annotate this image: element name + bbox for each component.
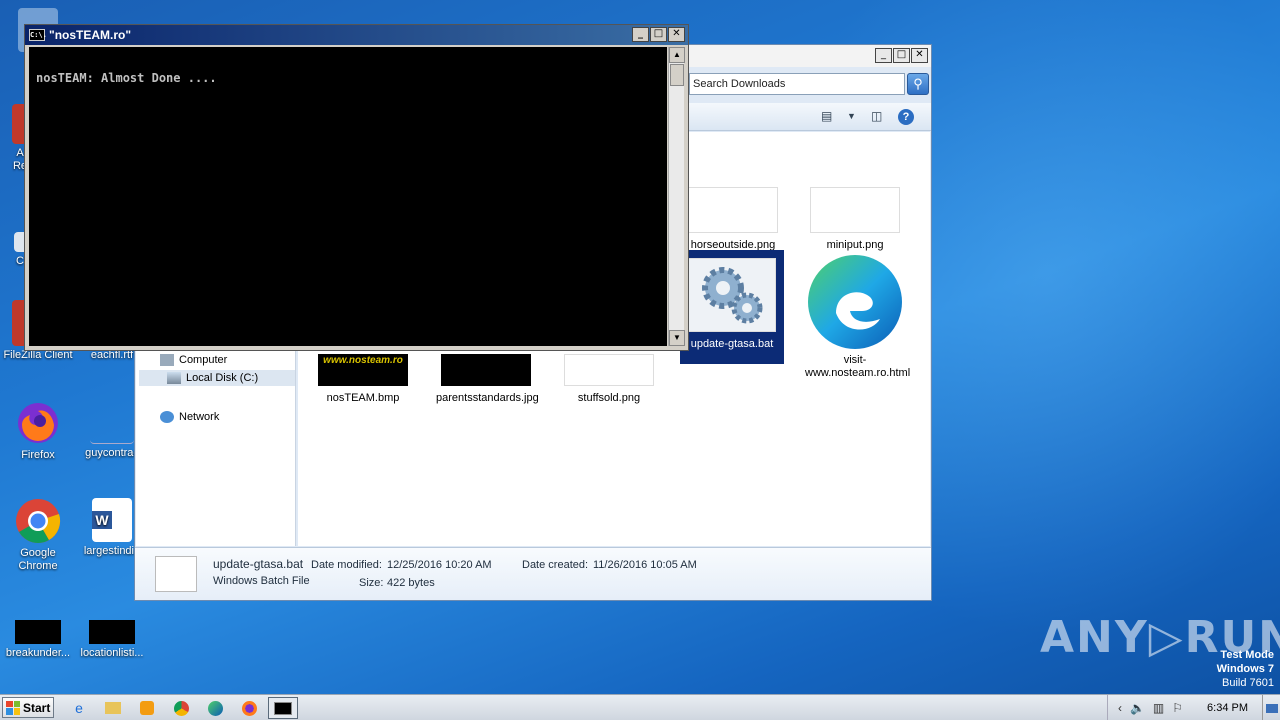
taskbar: Start e ‹ 🔈 ▥ ⚐ 6:34 PM bbox=[0, 694, 1280, 720]
search-area: Search Downloads ⚲ bbox=[689, 73, 929, 95]
cmd-title: "nosTEAM.ro" bbox=[49, 28, 132, 42]
edge-icon bbox=[805, 250, 905, 354]
cmd-console-output[interactable]: nosTEAM: Almost Done .... bbox=[29, 47, 667, 346]
taskbar-edge-icon[interactable] bbox=[200, 697, 230, 719]
desktop-icon-locationlisti[interactable]: locationlisti... bbox=[74, 606, 150, 660]
computer-icon bbox=[160, 354, 174, 366]
explorer-window-controls: _ □ ✕ bbox=[875, 48, 928, 63]
help-icon[interactable]: ? bbox=[898, 109, 914, 125]
details-created-label: Date created: bbox=[522, 559, 589, 571]
bitmap-thumbnail-icon: www.nosteam.ro bbox=[318, 354, 408, 386]
file-item-horseoutside[interactable]: horseoutside.png bbox=[683, 187, 783, 252]
tray-chevron-icon[interactable]: ‹ bbox=[1118, 701, 1122, 715]
explorer-maximize-button[interactable]: □ bbox=[893, 48, 910, 63]
cmd-window-controls: _ □ ✕ bbox=[632, 27, 685, 42]
desktop-icon-breakunder[interactable]: breakunder... bbox=[0, 606, 76, 660]
file-item-update-gtasa[interactable]: update-gtasa.bat bbox=[680, 250, 784, 364]
image-thumbnail-icon bbox=[441, 354, 531, 386]
cmd-output-line: nosTEAM: Almost Done .... bbox=[36, 71, 217, 85]
nav-item-network[interactable]: Network bbox=[156, 409, 223, 425]
image-thumbnail-icon bbox=[89, 620, 135, 644]
nav-item-computer[interactable]: Computer bbox=[156, 352, 231, 368]
details-size-label: Size: bbox=[359, 577, 384, 589]
details-created-value: 11/26/2016 10:05 AM bbox=[593, 559, 697, 571]
tray-icons: ‹ 🔈 ▥ ⚐ bbox=[1106, 695, 1193, 720]
test-mode-notice: Test Mode Windows 7 Build 7601 bbox=[1216, 649, 1274, 689]
document-icon bbox=[90, 400, 134, 444]
cmd-titlebar[interactable]: C:\. "nosTEAM.ro" _ □ ✕ bbox=[25, 25, 688, 45]
preview-pane-icon[interactable]: ◫ bbox=[871, 109, 882, 125]
details-file-type: Windows Batch File bbox=[213, 575, 310, 587]
change-view-icon[interactable]: ▤ bbox=[821, 109, 832, 125]
taskbar-media-player-icon[interactable] bbox=[132, 697, 162, 719]
word-document-icon: W bbox=[92, 498, 132, 542]
cmd-close-button[interactable]: ✕ bbox=[668, 27, 685, 42]
details-pane: update-gtasa.bat Windows Batch File Date… bbox=[135, 547, 931, 600]
chrome-icon bbox=[15, 498, 61, 544]
windows-logo-icon bbox=[6, 700, 20, 715]
desktop-icon-firefox[interactable]: Firefox bbox=[0, 400, 76, 462]
explorer-close-button[interactable]: ✕ bbox=[911, 48, 928, 63]
taskbar-chrome-icon[interactable] bbox=[166, 697, 196, 719]
details-modified-value: 12/25/2016 10:20 AM bbox=[387, 559, 492, 571]
details-file-name: update-gtasa.bat bbox=[213, 557, 304, 571]
clock[interactable]: 6:34 PM bbox=[1193, 702, 1262, 714]
word-logo-icon: W bbox=[92, 511, 112, 529]
cmd-window[interactable]: C:\. "nosTEAM.ro" _ □ ✕ nosTEAM: Almost … bbox=[24, 24, 689, 351]
cmd-minimize-button[interactable]: _ bbox=[632, 27, 649, 42]
file-item-stuffsold[interactable]: stuffsold.png bbox=[559, 354, 659, 405]
monitor-icon bbox=[1265, 703, 1278, 713]
image-thumbnail-icon bbox=[564, 354, 654, 386]
network-icon bbox=[160, 411, 174, 423]
local-disk-icon bbox=[167, 372, 181, 384]
search-input[interactable]: Search Downloads bbox=[689, 73, 905, 95]
scroll-up-icon[interactable]: ▲ bbox=[669, 47, 685, 63]
scroll-thumb[interactable] bbox=[670, 64, 684, 86]
cmd-icon: C:\. bbox=[29, 29, 47, 41]
cmd-maximize-button[interactable]: □ bbox=[650, 27, 667, 42]
file-item-visit-nosteam-html[interactable]: visit-www.nosteam.ro.html bbox=[805, 250, 910, 380]
firefox-icon bbox=[15, 400, 61, 446]
taskbar-firefox-icon[interactable] bbox=[234, 697, 264, 719]
image-thumbnail-icon bbox=[15, 620, 61, 644]
explorer-minimize-button[interactable]: _ bbox=[875, 48, 892, 63]
system-tray: ‹ 🔈 ▥ ⚐ 6:34 PM bbox=[1106, 695, 1280, 720]
taskbar-cmd-icon[interactable] bbox=[268, 697, 298, 719]
scroll-down-icon[interactable]: ▼ bbox=[669, 330, 685, 346]
nav-item-local-disk[interactable]: Local Disk (C:) bbox=[139, 370, 295, 386]
details-size-value: 422 bytes bbox=[387, 577, 435, 589]
desktop-icon-chrome[interactable]: Google Chrome bbox=[0, 498, 76, 573]
view-dropdown-chevron-icon[interactable]: ▼ bbox=[847, 111, 856, 127]
cmd-scrollbar[interactable]: ▲ ▼ bbox=[668, 47, 685, 346]
image-thumbnail-icon bbox=[810, 187, 900, 233]
details-modified-label: Date modified: bbox=[311, 559, 382, 571]
taskbar-explorer-icon[interactable] bbox=[98, 697, 128, 719]
file-item-nosteam-bmp[interactable]: www.nosteam.ro nosTEAM.bmp bbox=[313, 354, 413, 405]
image-thumbnail-icon bbox=[688, 187, 778, 233]
file-type-gears-icon bbox=[155, 556, 197, 592]
taskbar-ie-icon[interactable]: e bbox=[64, 697, 94, 719]
volume-icon[interactable]: 🔈 bbox=[1130, 701, 1145, 715]
search-icon[interactable]: ⚲ bbox=[907, 73, 929, 95]
start-button[interactable]: Start bbox=[2, 697, 54, 718]
network-tray-icon[interactable]: ▥ bbox=[1153, 701, 1164, 715]
file-item-parentsstandards[interactable]: parentsstandards.jpg bbox=[436, 354, 539, 405]
gears-icon bbox=[688, 258, 776, 332]
show-desktop-button[interactable] bbox=[1262, 695, 1280, 720]
file-item-miniput[interactable]: miniput.png bbox=[805, 187, 905, 252]
action-center-flag-icon[interactable]: ⚐ bbox=[1172, 701, 1183, 715]
